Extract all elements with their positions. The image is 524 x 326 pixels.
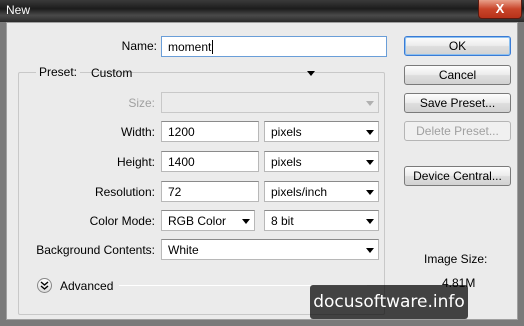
- triangle-down-icon: [307, 71, 315, 76]
- color-mode-value: RGB Color: [168, 214, 227, 228]
- height-unit-value: pixels: [271, 155, 302, 169]
- chevron-double-down-icon[interactable]: [37, 278, 52, 293]
- color-mode-label: Color Mode:: [89, 214, 155, 228]
- watermark: docusoftware.info: [310, 285, 468, 319]
- name-field[interactable]: moment: [161, 36, 387, 57]
- dialog-body: Name: moment Preset: Custom Size: Width:…: [6, 22, 518, 320]
- resolution-unit-dropdown[interactable]: pixels/inch: [264, 181, 379, 202]
- triangle-down-icon: [366, 219, 374, 224]
- triangle-down-icon: [366, 190, 374, 195]
- height-field[interactable]: 1400: [161, 151, 259, 172]
- triangle-down-icon: [242, 219, 250, 224]
- triangle-down-icon: [366, 160, 374, 165]
- resolution-field[interactable]: 72: [161, 181, 259, 202]
- bit-depth-value: 8 bit: [271, 214, 294, 228]
- width-unit-value: pixels: [271, 125, 302, 139]
- preset-label: Preset:: [36, 65, 81, 79]
- close-button[interactable]: X: [478, 0, 522, 19]
- image-size-label: Image Size:: [424, 252, 488, 266]
- height-value: 1400: [168, 155, 195, 169]
- window-title: New: [6, 3, 31, 17]
- resolution-label: Resolution:: [94, 185, 155, 199]
- save-preset-button[interactable]: Save Preset...: [404, 93, 511, 113]
- width-value: 1200: [168, 125, 195, 139]
- name-value: moment: [168, 40, 212, 54]
- triangle-down-icon: [366, 248, 374, 253]
- ok-button[interactable]: OK: [404, 36, 511, 56]
- background-contents-label: Background Contents:: [36, 243, 155, 257]
- resolution-value: 72: [168, 185, 182, 199]
- height-label: Height:: [116, 155, 155, 169]
- color-mode-dropdown[interactable]: RGB Color: [161, 210, 255, 231]
- title-bar: New X: [0, 0, 524, 22]
- triangle-down-icon: [366, 130, 374, 135]
- width-label: Width:: [120, 125, 155, 139]
- width-field[interactable]: 1200: [161, 121, 259, 142]
- text-cursor: [212, 40, 214, 54]
- delete-preset-button[interactable]: Delete Preset...: [404, 121, 511, 141]
- size-dropdown[interactable]: [161, 92, 379, 113]
- resolution-unit-value: pixels/inch: [271, 185, 328, 199]
- device-central-button[interactable]: Device Central...: [404, 166, 511, 186]
- cancel-button[interactable]: Cancel: [404, 65, 511, 85]
- background-contents-value: White: [168, 243, 199, 257]
- width-unit-dropdown[interactable]: pixels: [264, 121, 379, 142]
- height-unit-dropdown[interactable]: pixels: [264, 151, 379, 172]
- preset-value: Custom: [91, 66, 133, 80]
- name-label: Name:: [121, 39, 157, 53]
- advanced-label: Advanced: [60, 279, 114, 293]
- triangle-down-icon: [366, 101, 374, 106]
- preset-dropdown[interactable]: Custom: [84, 62, 320, 83]
- bit-depth-dropdown[interactable]: 8 bit: [264, 210, 379, 231]
- size-label: Size:: [128, 96, 155, 110]
- background-contents-dropdown[interactable]: White: [161, 239, 379, 260]
